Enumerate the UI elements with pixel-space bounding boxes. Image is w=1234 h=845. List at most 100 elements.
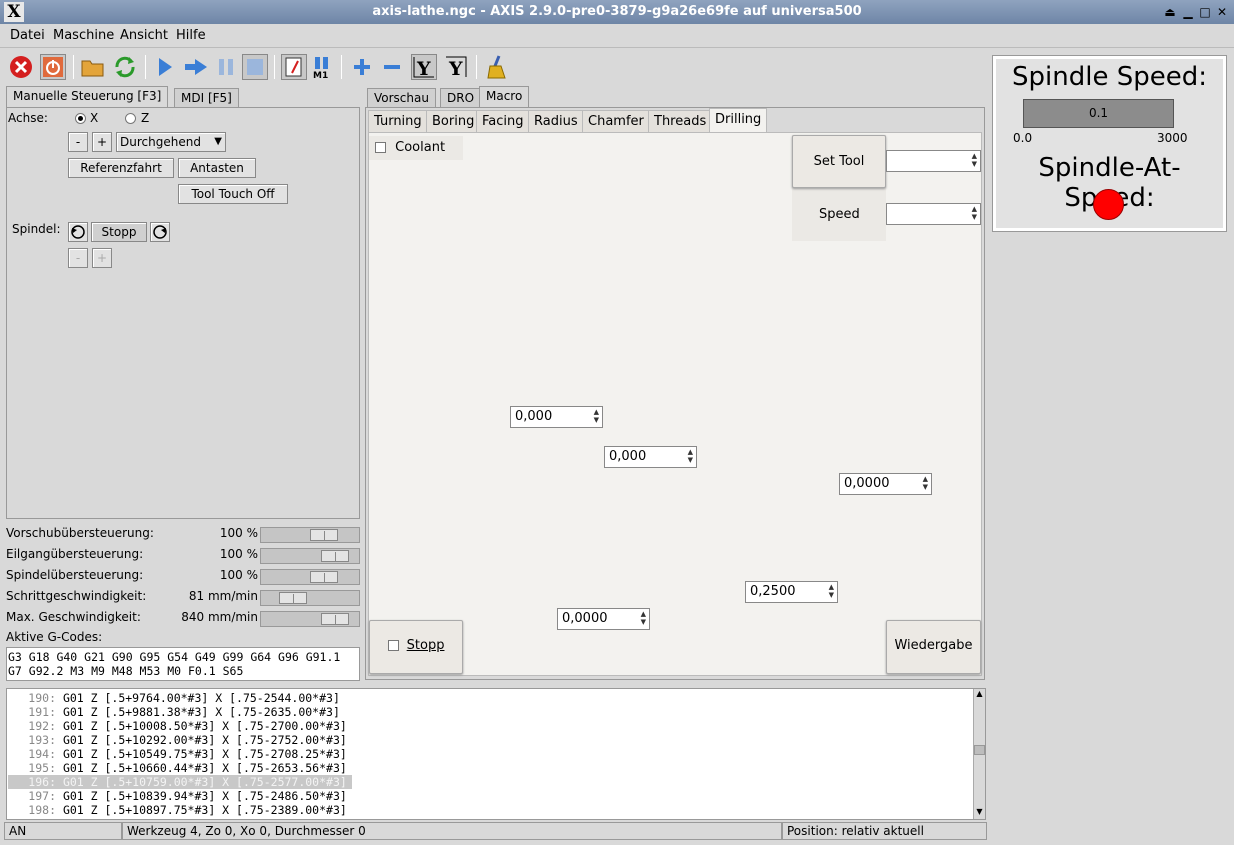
reload-button[interactable] bbox=[112, 54, 138, 80]
run-button[interactable] bbox=[152, 54, 178, 80]
spindle-speed-title: Spindle Speed: bbox=[1012, 62, 1207, 92]
speed-spinbox[interactable]: ▲ ▼ bbox=[886, 203, 981, 225]
pause-button[interactable] bbox=[213, 54, 239, 80]
replay-button[interactable]: Wiedergabe bbox=[886, 620, 981, 674]
spindle-slower-button[interactable]: - bbox=[68, 248, 88, 268]
drill-field-2[interactable]: 0,000 ▲ ▼ bbox=[604, 446, 697, 468]
tab-turning[interactable]: Turning bbox=[368, 110, 428, 133]
spin-arrows-icon[interactable]: ▲ ▼ bbox=[972, 205, 977, 221]
gcode-line[interactable]: 193: G01 Z [.5+10292.00*#3] X [.75-2752.… bbox=[8, 733, 908, 747]
shade-icon[interactable]: ⏏ bbox=[1162, 4, 1178, 20]
axis-z-radio[interactable] bbox=[125, 113, 136, 124]
tool-touch-off-button[interactable]: Tool Touch Off bbox=[178, 184, 288, 204]
spin-arrows-icon[interactable]: ▲ ▼ bbox=[923, 475, 928, 491]
close-icon[interactable]: ✕ bbox=[1214, 4, 1230, 20]
override-slider[interactable] bbox=[260, 527, 360, 543]
drill-field-5[interactable]: 0,0000 ▲ ▼ bbox=[557, 608, 650, 630]
coolant-checkbox[interactable]: Coolant bbox=[369, 136, 463, 160]
tool-spinbox[interactable]: ▲ ▼ bbox=[886, 150, 981, 172]
stop-macro-button[interactable]: Stopp bbox=[369, 620, 463, 674]
gcode-line[interactable]: 195: G01 Z [.5+10660.44*#3] X [.75-2653.… bbox=[8, 761, 908, 775]
touch-off-button[interactable]: Antasten bbox=[178, 158, 256, 178]
step-icon bbox=[185, 59, 207, 75]
line-text: G01 Z [.5+10008.50*#3] X [.75-2700.00*#3… bbox=[62, 719, 347, 733]
tab-mdi[interactable]: MDI [F5] bbox=[174, 88, 239, 108]
spin-arrows-icon[interactable]: ▲ ▼ bbox=[594, 408, 599, 424]
drill-field-3[interactable]: 0,0000 ▲ ▼ bbox=[839, 473, 932, 495]
tab-boring[interactable]: Boring bbox=[426, 110, 481, 133]
zoom-in-button[interactable] bbox=[349, 54, 375, 80]
override-slider[interactable] bbox=[260, 590, 360, 606]
axis-x-radio[interactable] bbox=[75, 113, 86, 124]
override-value: 840 mm/min bbox=[181, 610, 258, 624]
open-file-button[interactable] bbox=[80, 54, 106, 80]
tab-chamfer[interactable]: Chamfer bbox=[582, 110, 650, 133]
gcode-line[interactable]: 196: G01 Z [.5+10759.00*#3] X [.75-2577.… bbox=[8, 775, 352, 789]
spin-arrows-icon[interactable]: ▲ ▼ bbox=[641, 610, 646, 626]
clear-backplot-button[interactable] bbox=[484, 54, 510, 80]
tab-manual-control[interactable]: Manuelle Steuerung [F3] bbox=[6, 86, 169, 108]
spin-arrows-icon[interactable]: ▲ ▼ bbox=[972, 152, 977, 168]
jog-mode-select[interactable]: Durchgehend ▼ bbox=[116, 132, 226, 152]
home-button[interactable]: Referenzfahrt bbox=[68, 158, 174, 178]
machine-power-button[interactable] bbox=[40, 54, 66, 80]
spin-arrows-icon[interactable]: ▲ ▼ bbox=[688, 448, 693, 464]
spin-arrows-icon[interactable]: ▲ ▼ bbox=[829, 583, 834, 599]
maximize-icon[interactable]: □ bbox=[1197, 4, 1213, 20]
tab-macro[interactable]: Macro bbox=[479, 86, 530, 108]
menu-maschine[interactable]: Maschine bbox=[53, 28, 114, 43]
menu-hilfe[interactable]: Hilfe bbox=[176, 28, 206, 43]
minimize-icon[interactable]: ▁ bbox=[1180, 4, 1196, 20]
coolant-check-box[interactable] bbox=[375, 142, 386, 153]
override-slider-thumb[interactable] bbox=[321, 550, 349, 562]
spindle-ccw-button[interactable] bbox=[68, 222, 88, 242]
tab-threads[interactable]: Threads bbox=[648, 110, 713, 133]
svg-text:Y: Y bbox=[448, 58, 463, 79]
spindle-cw-button[interactable] bbox=[150, 222, 170, 242]
scroll-down-icon[interactable]: ▼ bbox=[974, 807, 985, 819]
override-slider-thumb[interactable] bbox=[321, 613, 349, 625]
step-button[interactable] bbox=[183, 54, 209, 80]
override-slider[interactable] bbox=[260, 611, 360, 627]
drill-field-1[interactable]: 0,000 ▲ ▼ bbox=[510, 406, 603, 428]
rotate-cw-icon bbox=[153, 225, 167, 239]
tab-dro[interactable]: DRO bbox=[440, 88, 482, 108]
block-delete-button[interactable] bbox=[281, 54, 307, 80]
tab-preview[interactable]: Vorschau bbox=[367, 88, 436, 108]
gcode-line[interactable]: 191: G01 Z [.5+9881.38*#3] X [.75-2635.0… bbox=[8, 705, 908, 719]
gcode-line[interactable]: 198: G01 Z [.5+10897.75*#3] X [.75-2389.… bbox=[8, 803, 908, 817]
spindle-faster-button[interactable]: + bbox=[92, 248, 112, 268]
estop-button[interactable] bbox=[8, 54, 34, 80]
gcode-scrollbar[interactable]: ▲ ▼ bbox=[973, 689, 985, 819]
tab-radius[interactable]: Radius bbox=[528, 110, 584, 133]
view-y-button[interactable]: Y bbox=[411, 54, 437, 80]
status-position: Position: relativ aktuell bbox=[782, 822, 987, 840]
scroll-thumb[interactable] bbox=[974, 745, 985, 755]
menu-ansicht[interactable]: Ansicht bbox=[120, 28, 168, 43]
gcode-line[interactable]: 192: G01 Z [.5+10008.50*#3] X [.75-2700.… bbox=[8, 719, 908, 733]
scroll-up-icon[interactable]: ▲ bbox=[974, 689, 985, 701]
set-tool-button[interactable]: Set Tool bbox=[792, 135, 886, 188]
tab-drilling[interactable]: Drilling bbox=[709, 108, 768, 133]
coolant-label: Coolant bbox=[395, 140, 446, 155]
jog-minus-button[interactable]: - bbox=[68, 132, 88, 152]
optional-stop-button[interactable]: M1 bbox=[309, 54, 335, 80]
gcode-line[interactable]: 190: G01 Z [.5+9764.00*#3] X [.75-2544.0… bbox=[8, 691, 908, 705]
zoom-out-button[interactable] bbox=[379, 54, 405, 80]
drill-field-4[interactable]: 0,2500 ▲ ▼ bbox=[745, 581, 838, 603]
override-slider-thumb[interactable] bbox=[310, 529, 338, 541]
stop-check-box[interactable] bbox=[387, 640, 399, 651]
stop-button[interactable] bbox=[242, 54, 268, 80]
override-slider-thumb[interactable] bbox=[310, 571, 338, 583]
tab-facing[interactable]: Facing bbox=[476, 110, 530, 133]
jog-plus-button[interactable]: + bbox=[92, 132, 112, 152]
override-slider[interactable] bbox=[260, 569, 360, 585]
override-slider[interactable] bbox=[260, 548, 360, 564]
menu-datei[interactable]: Datei bbox=[10, 28, 45, 43]
power-icon bbox=[43, 57, 63, 77]
gcode-line[interactable]: 194: G01 Z [.5+10549.75*#3] X [.75-2708.… bbox=[8, 747, 908, 761]
override-slider-thumb[interactable] bbox=[279, 592, 307, 604]
view-y-rotated-button[interactable]: Y bbox=[443, 54, 469, 80]
spindle-stop-button[interactable]: Stopp bbox=[91, 222, 147, 242]
gcode-line[interactable]: 197: G01 Z [.5+10839.94*#3] X [.75-2486.… bbox=[8, 789, 908, 803]
